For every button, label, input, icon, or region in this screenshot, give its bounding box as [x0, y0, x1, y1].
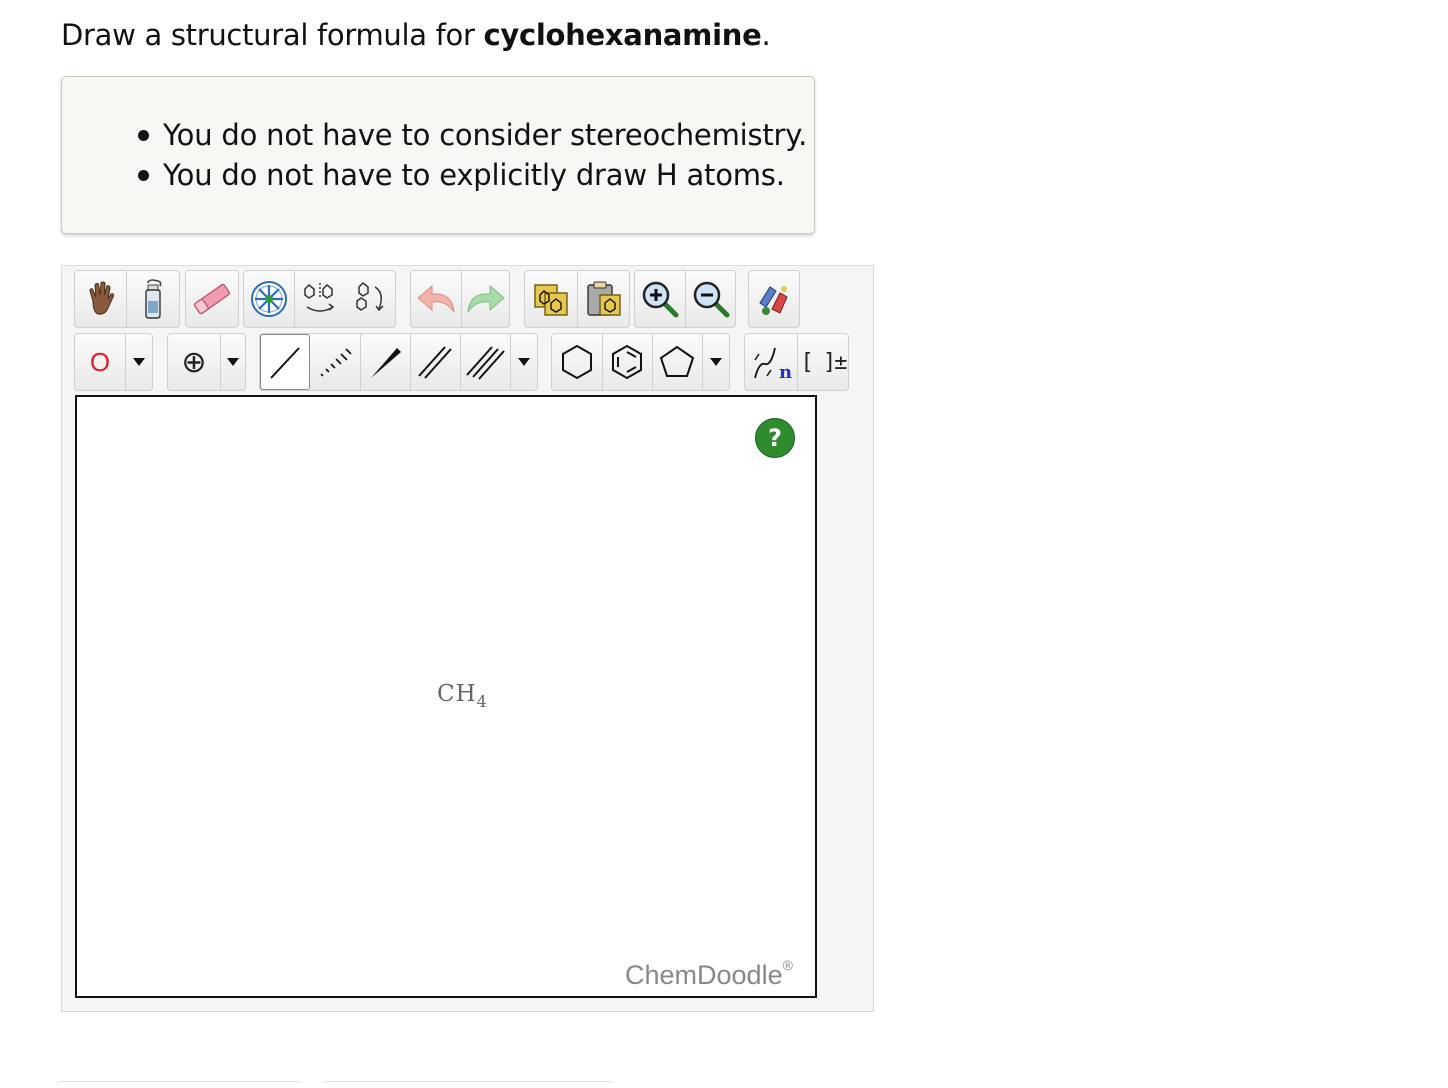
- help-label: ?: [768, 424, 782, 452]
- toolbar-group-atom: O: [74, 333, 153, 391]
- ring-dropdown-caret-icon[interactable]: [702, 334, 730, 390]
- hashed-bond-icon[interactable]: [310, 334, 361, 390]
- charge-bracket-icon[interactable]: [ ]±: [797, 334, 849, 390]
- hint-item: You do not have to consider stereochemis…: [135, 115, 807, 155]
- cyclohexane-icon[interactable]: [552, 334, 603, 390]
- atom-label: O: [89, 346, 111, 377]
- hint-item: You do not have to explicitly draw H ato…: [135, 155, 807, 195]
- question-text: Draw a structural formula for cyclohexan…: [61, 18, 771, 52]
- toolbar-group-rings: [551, 333, 730, 391]
- flip-icon[interactable]: [294, 271, 346, 327]
- molecule-subscript: 4: [476, 692, 488, 711]
- repeat-unit-icon[interactable]: n: [745, 334, 798, 390]
- toolbar-group-tools: [74, 270, 180, 328]
- clean-icon[interactable]: [749, 271, 799, 327]
- copy-icon[interactable]: [525, 271, 578, 327]
- atom-selector[interactable]: O: [75, 334, 126, 390]
- hand-icon[interactable]: [75, 271, 127, 327]
- cyclopentane-icon[interactable]: [652, 334, 703, 390]
- triple-bond-icon[interactable]: [460, 334, 511, 390]
- question-prefix: Draw a structural formula for: [61, 18, 484, 52]
- toolbar-group-clean: [748, 270, 800, 328]
- chemdoodle-editor: O ⊕ n []± ? CH4 ChemDoodle®: [61, 265, 874, 1012]
- toolbar-group-brackets: n [ ]±: [744, 333, 849, 391]
- question-suffix: .: [761, 18, 771, 52]
- hints-list: You do not have to consider stereochemis…: [135, 115, 807, 195]
- eraser-icon[interactable]: [186, 271, 238, 327]
- charge-label: ⊕: [181, 344, 207, 380]
- toolbar-group-charge: ⊕: [167, 333, 246, 391]
- compound-name: cyclohexanamine: [483, 18, 762, 52]
- rotate-icon[interactable]: [346, 271, 396, 327]
- charge-plus-icon[interactable]: ⊕: [168, 334, 221, 390]
- bottom-button-edge: [56, 1081, 302, 1088]
- bottom-button-edge: [322, 1081, 614, 1088]
- zoom-out-icon[interactable]: [685, 271, 736, 327]
- chemdoodle-logo: ChemDoodle®: [625, 957, 793, 991]
- toolbar-group-eraser: [185, 270, 239, 328]
- toolbar-group-clipboard: [524, 270, 630, 328]
- bracket-label: [ ]±: [800, 349, 848, 375]
- undo-icon[interactable]: [411, 271, 462, 327]
- drawing-canvas[interactable]: ? CH4 ChemDoodle®: [75, 395, 817, 998]
- center-molecule-icon[interactable]: [244, 271, 295, 327]
- methane-label[interactable]: CH4: [437, 681, 488, 711]
- brand-mark: ®: [782, 957, 793, 973]
- repeat-label: n: [779, 362, 792, 382]
- zoom-in-icon[interactable]: [635, 271, 686, 327]
- single-bond-icon[interactable]: [260, 334, 310, 390]
- hints-panel: You do not have to consider stereochemis…: [61, 76, 815, 234]
- toolbar-group-transform: [243, 270, 396, 328]
- clear-bottle-icon[interactable]: [126, 271, 180, 327]
- molecule-text: CH: [437, 681, 477, 707]
- redo-icon[interactable]: [461, 271, 510, 327]
- toolbar-group-zoom: [634, 270, 736, 328]
- toolbar-group-history: [410, 270, 510, 328]
- atom-dropdown-caret-icon[interactable]: [125, 334, 153, 390]
- double-bond-icon[interactable]: [410, 334, 461, 390]
- toolbar-group-bonds: [259, 333, 538, 391]
- brand-text: ChemDoodle: [625, 960, 783, 990]
- benzene-icon[interactable]: [602, 334, 653, 390]
- charge-dropdown-caret-icon[interactable]: [220, 334, 246, 390]
- bond-dropdown-caret-icon[interactable]: [510, 334, 538, 390]
- paste-icon[interactable]: [577, 271, 630, 327]
- help-button[interactable]: ?: [755, 418, 795, 458]
- wedge-bond-icon[interactable]: [360, 334, 411, 390]
